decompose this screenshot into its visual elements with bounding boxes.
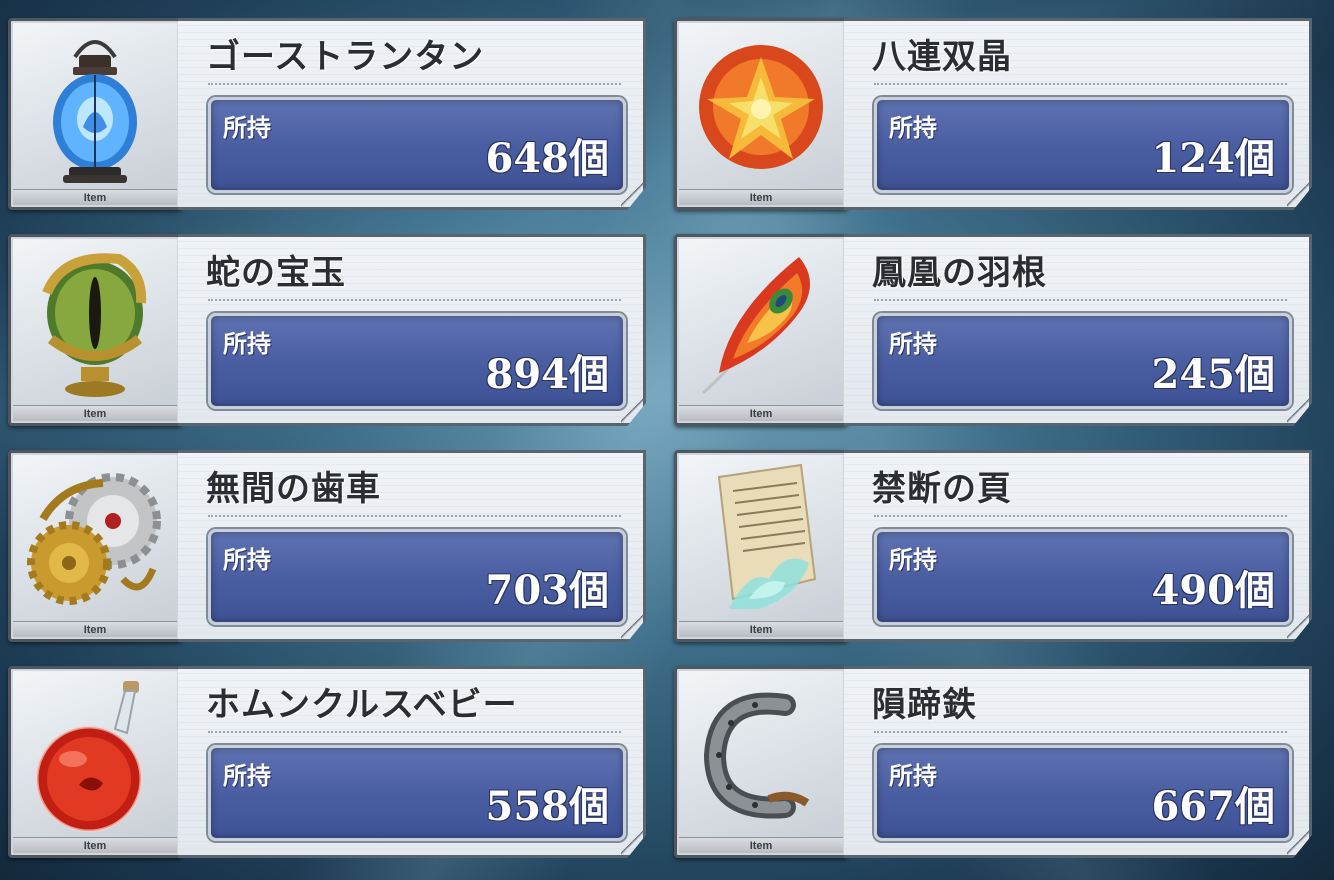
homunculus-baby-icon [35, 681, 143, 833]
item-tag: Item [679, 837, 843, 853]
item-info-panel: ホムンクルスベビー 所持 558個 [178, 666, 646, 858]
divider [208, 731, 621, 733]
divider [208, 83, 621, 85]
item-name: 八連双晶 [872, 37, 1012, 77]
owned-count-box: 所持 648個 [208, 97, 626, 193]
item-tag: Item [13, 837, 177, 853]
ghost-lantern-icon [53, 40, 137, 183]
owned-label: 所持 [889, 330, 937, 358]
item-thumbnail: Item [8, 666, 182, 858]
owned-count: 894個 [485, 351, 610, 398]
owned-count: 124個 [1151, 135, 1276, 182]
phoenix-feather-icon [702, 257, 810, 395]
item-thumbnail: Item [8, 18, 182, 210]
item-info-panel: 蛇の宝玉 所持 894個 [178, 234, 646, 426]
owned-label: 所持 [889, 114, 937, 142]
item-card-serpent-jewel[interactable]: Item 蛇の宝玉 所持 894個 [8, 234, 646, 426]
divider [874, 299, 1287, 301]
item-tag: Item [13, 189, 177, 205]
item-tag: Item [679, 189, 843, 205]
item-grid: Item ゴーストランタン 所持 648個 Item 八連双晶 所持 124個 … [8, 18, 1312, 858]
item-name: ホムンクルスベビー [206, 685, 518, 725]
meteor-horseshoe-icon [703, 692, 810, 819]
item-card-phoenix-feather[interactable]: Item 鳳凰の羽根 所持 245個 [674, 234, 1312, 426]
owned-label: 所持 [223, 546, 271, 574]
divider [874, 515, 1287, 517]
item-name: 無間の歯車 [206, 469, 381, 509]
item-thumbnail: Item [8, 234, 182, 426]
item-thumbnail: Item [8, 450, 182, 642]
owned-count: 558個 [485, 783, 610, 830]
item-tag: Item [13, 405, 177, 421]
item-card-forbidden-page[interactable]: Item 禁断の頁 所持 490個 [674, 450, 1312, 642]
owned-label: 所持 [223, 114, 271, 142]
item-name: 鳳凰の羽根 [872, 253, 1047, 293]
owned-count-box: 所持 124個 [874, 97, 1292, 193]
item-info-panel: 八連双晶 所持 124個 [844, 18, 1312, 210]
item-thumbnail: Item [674, 666, 848, 858]
owned-count-box: 所持 703個 [208, 529, 626, 625]
octuplet-crystals-icon [699, 45, 823, 169]
item-name: ゴーストランタン [206, 37, 485, 77]
item-card-meteor-horseshoe[interactable]: Item 隕蹄鉄 所持 667個 [674, 666, 1312, 858]
item-name: 蛇の宝玉 [206, 253, 346, 293]
owned-count: 648個 [485, 135, 610, 182]
item-info-panel: 禁断の頁 所持 490個 [844, 450, 1312, 642]
owned-count-box: 所持 894個 [208, 313, 626, 409]
item-thumbnail: Item [674, 234, 848, 426]
owned-label: 所持 [223, 762, 271, 790]
divider [208, 299, 621, 301]
item-info-panel: 隕蹄鉄 所持 667個 [844, 666, 1312, 858]
owned-count: 703個 [485, 567, 610, 614]
forbidden-page-icon [717, 463, 817, 609]
item-info-panel: 無間の歯車 所持 703個 [178, 450, 646, 642]
item-tag: Item [679, 405, 843, 421]
divider [208, 515, 621, 517]
item-tag: Item [13, 621, 177, 637]
eternal-gear-icon [27, 473, 161, 605]
item-card-eternal-gear[interactable]: Item 無間の歯車 所持 703個 [8, 450, 646, 642]
item-info-panel: 鳳凰の羽根 所持 245個 [844, 234, 1312, 426]
item-name: 隕蹄鉄 [872, 685, 977, 725]
item-card-octuplet-crystals[interactable]: Item 八連双晶 所持 124個 [674, 18, 1312, 210]
item-thumbnail: Item [674, 450, 848, 642]
owned-count: 245個 [1151, 351, 1276, 398]
owned-count-box: 所持 558個 [208, 745, 626, 841]
owned-label: 所持 [223, 330, 271, 358]
owned-count-box: 所持 245個 [874, 313, 1292, 409]
owned-count: 667個 [1151, 783, 1276, 830]
item-card-homunculus-baby[interactable]: Item ホムンクルスベビー 所持 558個 [8, 666, 646, 858]
item-card-ghost-lantern[interactable]: Item ゴーストランタン 所持 648個 [8, 18, 646, 210]
owned-label: 所持 [889, 762, 937, 790]
serpent-jewel-icon [42, 253, 147, 397]
item-thumbnail: Item [674, 18, 848, 210]
item-tag: Item [679, 621, 843, 637]
owned-count: 490個 [1151, 567, 1276, 614]
owned-label: 所持 [889, 546, 937, 574]
divider [874, 731, 1287, 733]
divider [874, 83, 1287, 85]
item-info-panel: ゴーストランタン 所持 648個 [178, 18, 646, 210]
item-name: 禁断の頁 [872, 469, 1012, 509]
owned-count-box: 所持 490個 [874, 529, 1292, 625]
owned-count-box: 所持 667個 [874, 745, 1292, 841]
